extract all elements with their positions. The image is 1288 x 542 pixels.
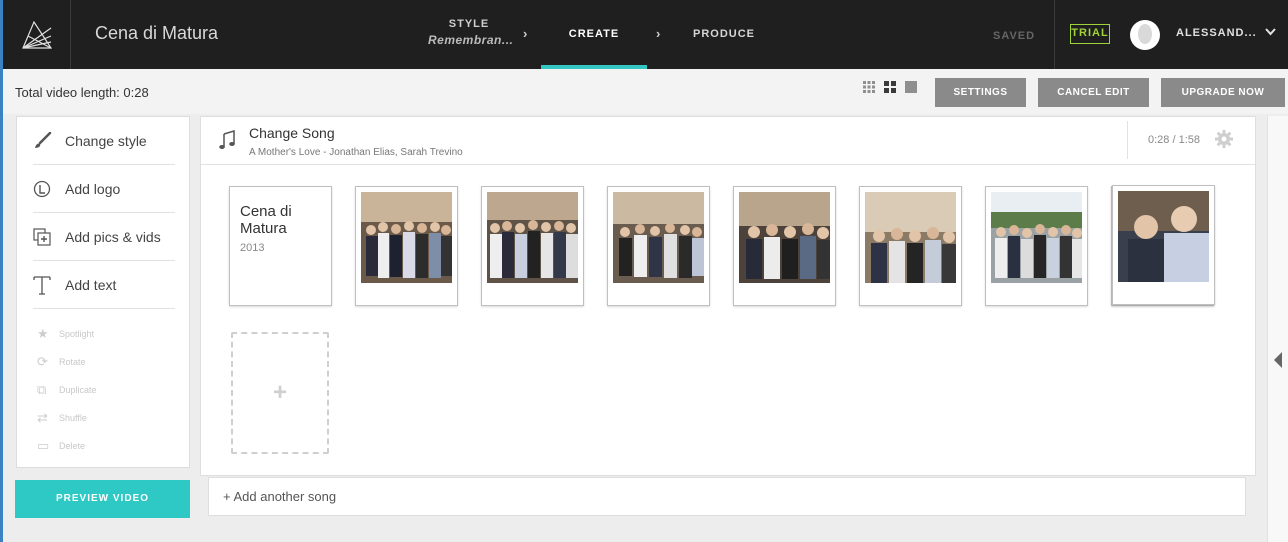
- spotlight-action[interactable]: ★ Spotlight: [37, 326, 94, 342]
- spotlight-label: Spotlight: [59, 329, 95, 339]
- photo-card[interactable]: [985, 186, 1088, 306]
- gear-icon[interactable]: [1214, 129, 1234, 154]
- change-style-tool[interactable]: Change style: [33, 117, 175, 165]
- group-photo: [991, 192, 1082, 283]
- project-title[interactable]: Cena di Matura: [95, 23, 218, 44]
- chevron-right-icon: ›: [523, 26, 528, 41]
- duplicate-icon: ⧉: [37, 382, 47, 397]
- music-note-icon: [219, 129, 235, 155]
- group-photo: [487, 192, 578, 283]
- user-menu[interactable]: ALESSAND...: [1176, 27, 1276, 39]
- title-card-text: Cena di Matura: [240, 203, 292, 237]
- song-artist: A Mother's Love - Jonathan Elias, Sarah …: [249, 147, 463, 158]
- photo-card[interactable]: [859, 186, 962, 306]
- add-text-tool[interactable]: Add text: [33, 261, 175, 309]
- step-style[interactable]: STYLE Remembran...: [428, 0, 514, 69]
- cancel-edit-button[interactable]: CANCEL EDIT: [1038, 78, 1149, 107]
- add-pics-label: Add pics & vids: [65, 228, 161, 245]
- duplicate-action[interactable]: ⧉ Duplicate: [37, 382, 97, 398]
- step-produce-label: PRODUCE: [693, 28, 756, 40]
- trash-icon: ▭: [37, 438, 50, 453]
- trial-badge[interactable]: TRIAL: [1070, 24, 1110, 44]
- rotate-action[interactable]: ⟳ Rotate: [37, 354, 86, 370]
- sub-header: Total video length: 0:28 SETTINGS CANCEL…: [3, 69, 1288, 114]
- storyboard-panel: Change Song A Mother's Love - Jonathan E…: [200, 116, 1256, 476]
- logo-icon: [21, 20, 52, 49]
- add-pics-tool[interactable]: Add pics & vids: [33, 213, 175, 261]
- portrait-photo: [1118, 191, 1209, 282]
- duplicate-label: Duplicate: [59, 385, 97, 395]
- text-icon: [33, 275, 59, 295]
- song-bar: Change Song A Mother's Love - Jonathan E…: [201, 117, 1255, 165]
- change-song-link[interactable]: Change Song: [249, 125, 335, 141]
- delete-action[interactable]: ▭ Delete: [37, 438, 85, 454]
- star-icon: ★: [37, 326, 49, 341]
- photo-card[interactable]: [733, 186, 836, 306]
- step-style-sub: Remembran...: [428, 33, 514, 47]
- add-media-icon: [33, 227, 59, 246]
- add-logo-tool[interactable]: Add logo: [33, 165, 175, 213]
- upgrade-now-button[interactable]: UPGRADE NOW: [1161, 78, 1285, 107]
- group-photo: [613, 192, 704, 283]
- collapse-arrow-icon[interactable]: [1274, 352, 1282, 368]
- top-bar: Cena di Matura STYLE Remembran... › CREA…: [0, 0, 1288, 69]
- settings-button[interactable]: SETTINGS: [935, 78, 1026, 107]
- logo-circle-icon: [33, 180, 59, 198]
- view-size-toggle: [863, 81, 917, 93]
- photo-card[interactable]: [607, 186, 710, 306]
- photo-card[interactable]: [481, 186, 584, 306]
- tools-panel: Change style Add logo Add pics & vids Ad…: [16, 116, 190, 468]
- small-grid-icon[interactable]: [863, 81, 875, 93]
- group-photo: [739, 192, 830, 283]
- right-side-panel: [1267, 116, 1288, 542]
- photo-card[interactable]: [355, 186, 458, 306]
- step-create[interactable]: CREATE: [541, 0, 647, 69]
- group-photo: [361, 192, 452, 283]
- shuffle-label: Shuffle: [59, 413, 87, 423]
- large-view-icon[interactable]: [905, 81, 917, 93]
- add-another-song[interactable]: + Add another song: [208, 477, 1246, 516]
- photo-card[interactable]: [1112, 185, 1215, 305]
- total-video-length: Total video length: 0:28: [15, 85, 149, 100]
- shuffle-icon: ⇄: [37, 410, 48, 425]
- app-logo[interactable]: [3, 0, 71, 69]
- delete-label: Delete: [59, 441, 86, 451]
- title-card[interactable]: Cena di Matura 2013: [229, 186, 332, 306]
- title-card-year: 2013: [240, 242, 265, 254]
- add-slide-card[interactable]: +: [231, 332, 329, 454]
- preview-video-button[interactable]: PREVIEW VIDEO: [15, 480, 190, 518]
- avatar[interactable]: [1130, 20, 1160, 50]
- step-produce[interactable]: PRODUCE: [693, 0, 755, 69]
- step-create-label: CREATE: [568, 28, 620, 40]
- divider: [1127, 121, 1128, 159]
- add-text-label: Add text: [65, 276, 117, 293]
- user-name: ALESSAND...: [1176, 27, 1257, 39]
- song-duration: 0:28 / 1:58: [1148, 134, 1200, 146]
- medium-grid-icon[interactable]: [884, 81, 896, 93]
- chevron-right-icon: ›: [656, 26, 661, 41]
- rotate-icon: ⟳: [37, 354, 48, 369]
- step-style-label: STYLE: [448, 18, 490, 30]
- add-another-song-label: + Add another song: [223, 489, 337, 504]
- chevron-down-icon: [1265, 28, 1276, 36]
- rotate-label: Rotate: [59, 357, 86, 367]
- change-style-label: Change style: [65, 132, 147, 149]
- add-logo-label: Add logo: [65, 180, 121, 197]
- shuffle-action[interactable]: ⇄ Shuffle: [37, 410, 87, 426]
- group-photo: [865, 192, 956, 283]
- saved-status: SAVED: [993, 30, 1036, 42]
- divider: [1054, 0, 1055, 69]
- window-edge: [0, 69, 3, 542]
- plus-icon: +: [272, 379, 287, 406]
- brush-icon: [33, 131, 59, 150]
